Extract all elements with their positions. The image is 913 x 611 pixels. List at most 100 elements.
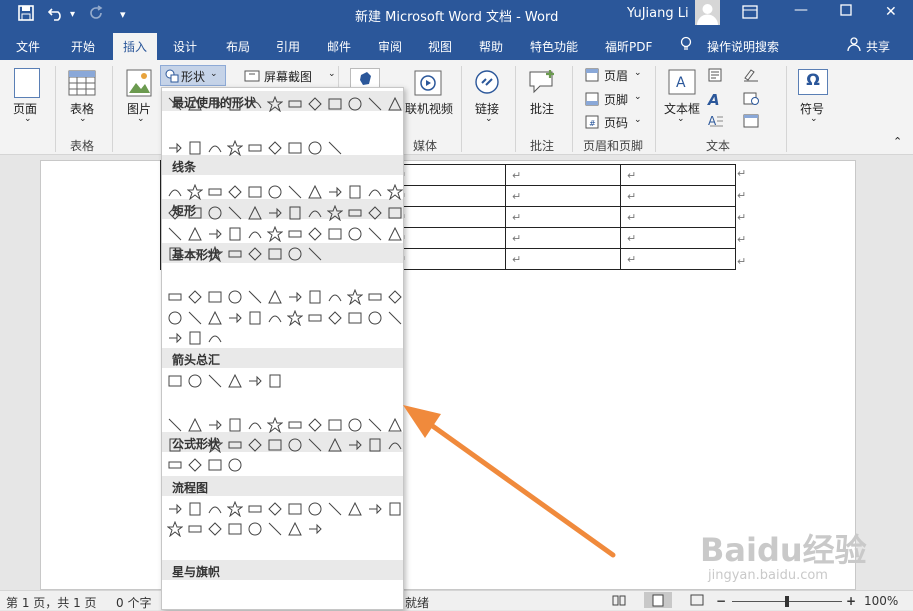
shape-item-icon[interactable] xyxy=(305,244,325,264)
shape-item-icon[interactable] xyxy=(345,287,365,307)
shape-item-icon[interactable] xyxy=(205,203,225,223)
shape-item-icon[interactable] xyxy=(325,203,345,223)
shape-item-icon[interactable] xyxy=(245,435,265,455)
shape-item-icon[interactable] xyxy=(345,415,365,435)
page-count[interactable]: 第 1 页，共 1 页 xyxy=(6,594,97,611)
print-layout-icon[interactable] xyxy=(644,592,672,608)
shape-item-icon[interactable] xyxy=(205,94,225,114)
tab-foxit-pdf[interactable]: 福昕PDF xyxy=(605,38,652,55)
shape-item-icon[interactable] xyxy=(245,182,265,202)
shape-item-icon[interactable] xyxy=(205,455,225,475)
shape-item-icon[interactable] xyxy=(185,308,205,328)
zoom-in-button[interactable]: + xyxy=(846,594,856,608)
shape-item-icon[interactable] xyxy=(185,328,205,348)
shape-item-icon[interactable] xyxy=(305,203,325,223)
tell-me-search[interactable]: 操作说明搜索 xyxy=(707,38,779,55)
shape-item-icon[interactable] xyxy=(265,287,285,307)
drop-cap-icon[interactable]: A xyxy=(708,114,724,131)
shape-item-icon[interactable] xyxy=(225,224,245,244)
shape-item-icon[interactable] xyxy=(185,371,205,391)
shape-item-icon[interactable] xyxy=(225,94,245,114)
shape-item-icon[interactable] xyxy=(185,203,205,223)
shape-item-icon[interactable] xyxy=(285,435,305,455)
shape-item-icon[interactable] xyxy=(225,203,245,223)
redo-icon[interactable] xyxy=(88,5,104,25)
shape-item-icon[interactable] xyxy=(225,415,245,435)
zoom-level[interactable]: 100% xyxy=(864,594,898,608)
page-dropdown-icon[interactable]: ⌄ xyxy=(24,114,32,124)
shape-item-icon[interactable] xyxy=(245,287,265,307)
shape-item-icon[interactable] xyxy=(245,519,265,539)
shape-item-icon[interactable] xyxy=(265,94,285,114)
shape-item-icon[interactable] xyxy=(205,371,225,391)
picture-dropdown-icon[interactable]: ⌄ xyxy=(137,114,145,124)
tab-help[interactable]: 帮助 xyxy=(479,38,503,55)
zoom-out-button[interactable]: − xyxy=(716,594,726,608)
table-dropdown-icon[interactable]: ⌄ xyxy=(79,114,87,124)
shape-item-icon[interactable] xyxy=(285,94,305,114)
shape-item-icon[interactable] xyxy=(245,308,265,328)
tab-references[interactable]: 引用 xyxy=(276,38,300,55)
zoom-slider-thumb[interactable] xyxy=(785,596,789,607)
shape-item-icon[interactable] xyxy=(165,519,185,539)
footer-button[interactable]: 页脚 xyxy=(604,91,628,108)
screenshot-button[interactable]: 屏幕截图 xyxy=(264,68,312,85)
date-time-icon[interactable] xyxy=(743,91,759,108)
shape-item-icon[interactable] xyxy=(265,519,285,539)
web-layout-icon[interactable] xyxy=(690,594,704,609)
shape-item-icon[interactable] xyxy=(225,371,245,391)
read-mode-icon[interactable] xyxy=(612,594,626,609)
shape-item-icon[interactable] xyxy=(265,415,285,435)
shape-item-icon[interactable] xyxy=(185,244,205,264)
shape-item-icon[interactable] xyxy=(165,415,185,435)
object-icon[interactable] xyxy=(743,114,759,131)
shape-item-icon[interactable] xyxy=(325,94,345,114)
shape-item-icon[interactable] xyxy=(365,415,385,435)
word-count[interactable]: 0 个字 xyxy=(116,594,151,611)
shape-item-icon[interactable] xyxy=(225,182,245,202)
shape-item-icon[interactable] xyxy=(165,138,185,158)
shape-item-icon[interactable] xyxy=(265,224,285,244)
shape-item-icon[interactable] xyxy=(265,203,285,223)
signature-line-icon[interactable] xyxy=(743,68,759,85)
user-name[interactable]: YuJiang Li xyxy=(627,6,689,21)
shape-item-icon[interactable] xyxy=(365,499,385,519)
shape-item-icon[interactable] xyxy=(285,182,305,202)
shape-item-icon[interactable] xyxy=(225,244,245,264)
shape-item-icon[interactable] xyxy=(185,224,205,244)
shape-item-icon[interactable] xyxy=(245,371,265,391)
tab-mailings[interactable]: 邮件 xyxy=(327,38,351,55)
shape-item-icon[interactable] xyxy=(285,519,305,539)
shape-item-icon[interactable] xyxy=(385,224,403,244)
shape-item-icon[interactable] xyxy=(325,138,345,158)
shape-item-icon[interactable] xyxy=(305,435,325,455)
page-number-button[interactable]: 页码 xyxy=(604,114,628,131)
shape-item-icon[interactable] xyxy=(225,455,245,475)
shape-item-icon[interactable] xyxy=(305,308,325,328)
shape-item-icon[interactable] xyxy=(165,371,185,391)
shape-item-icon[interactable] xyxy=(205,519,225,539)
shape-item-icon[interactable] xyxy=(325,182,345,202)
comment-button[interactable]: 批注 xyxy=(530,100,554,117)
shape-item-icon[interactable] xyxy=(285,244,305,264)
shape-item-icon[interactable] xyxy=(205,499,225,519)
shape-item-icon[interactable] xyxy=(245,499,265,519)
shape-item-icon[interactable] xyxy=(385,182,403,202)
shape-item-icon[interactable] xyxy=(325,415,345,435)
shape-item-icon[interactable] xyxy=(205,287,225,307)
shape-item-icon[interactable] xyxy=(165,244,185,264)
shape-item-icon[interactable] xyxy=(165,328,185,348)
minimize-icon[interactable]: — xyxy=(794,2,808,18)
shape-item-icon[interactable] xyxy=(365,308,385,328)
vertical-scrollbar[interactable] xyxy=(897,160,913,590)
footer-dropdown-icon[interactable]: ⌄ xyxy=(634,92,642,102)
textbox-dropdown-icon[interactable]: ⌄ xyxy=(677,114,685,124)
shape-item-icon[interactable] xyxy=(205,224,225,244)
shape-item-icon[interactable] xyxy=(185,519,205,539)
undo-dropdown-icon[interactable]: ▾ xyxy=(70,9,75,20)
tab-file[interactable]: 文件 xyxy=(16,38,40,55)
tab-insert[interactable]: 插入 xyxy=(113,33,158,60)
shape-item-icon[interactable] xyxy=(205,415,225,435)
page-number-dropdown-icon[interactable]: ⌄ xyxy=(634,115,642,125)
share-icon[interactable] xyxy=(847,37,861,54)
